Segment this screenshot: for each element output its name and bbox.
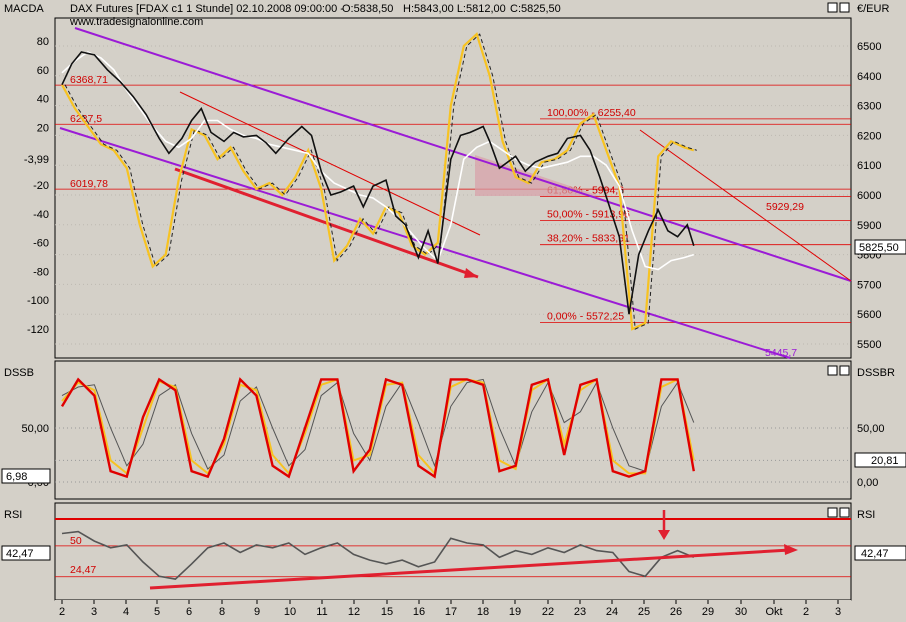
dssbr-axis-tick-label: 0,00 xyxy=(857,477,878,489)
panel-minimize-button xyxy=(827,365,838,376)
panel-close-button xyxy=(839,2,850,13)
rsi-level-label: 50 xyxy=(70,535,82,547)
x-axis-tick-label: 9 xyxy=(254,606,260,618)
macda-axis-tick-label: -100 xyxy=(27,295,49,307)
panel-close-button xyxy=(839,507,850,518)
macda-axis-tick-label: -20 xyxy=(33,180,49,192)
x-axis-tick-label: 2 xyxy=(803,606,809,618)
fibonacci-label: 38,20% - 5833,31 xyxy=(547,233,630,245)
macda-axis-tick-label: 40 xyxy=(37,94,49,106)
fibonacci-label: 0,00% - 5572,25 xyxy=(547,310,624,322)
dssbr-axis-tick-label: 50,00 xyxy=(857,423,885,435)
rsi-level-label: 24,47 xyxy=(70,564,96,576)
price-axis-tick-label: 5600 xyxy=(857,309,881,321)
x-axis-tick-label: 18 xyxy=(477,606,489,618)
x-axis-tick-label: 10 xyxy=(284,606,296,618)
x-axis-tick-label: 17 xyxy=(445,606,457,618)
currency-label: €/EUR xyxy=(857,3,889,15)
level-label: 6368,71 xyxy=(70,74,108,86)
price-axis-tick-label: 6000 xyxy=(857,190,881,202)
panel-close-button xyxy=(839,365,850,376)
price-axis-tick-label: 6400 xyxy=(857,71,881,83)
x-axis-tick-label: 26 xyxy=(670,606,682,618)
x-axis-tick-label: 29 xyxy=(702,606,714,618)
dssb-current-value: 6,98 xyxy=(6,471,27,483)
macda-axis-tick-label: -40 xyxy=(33,209,49,221)
level-label: 6019,78 xyxy=(70,178,108,190)
macda-axis-tick-label: -60 xyxy=(33,238,49,250)
panel-minimize-button xyxy=(827,2,838,13)
x-axis-tick-label: 30 xyxy=(735,606,747,618)
rsi-current-value-right: 42,47 xyxy=(861,548,889,560)
x-axis-tick-label: 22 xyxy=(542,606,554,618)
annotation-label: 5929,29 xyxy=(766,201,804,213)
x-axis-tick-label: 2 xyxy=(59,606,65,618)
dssb-panel xyxy=(54,360,852,500)
indicator-label-macda: MACDA xyxy=(4,3,44,15)
price-axis-tick-label: 6500 xyxy=(857,41,881,53)
x-axis-tick-label: 12 xyxy=(348,606,360,618)
price-current-value: 5825,50 xyxy=(859,242,899,254)
price-axis-tick-label: 6300 xyxy=(857,101,881,113)
dssbr-current-value: 20,81 xyxy=(871,455,899,467)
dssb-axis-tick-label: 50,00 xyxy=(21,423,49,435)
x-axis-tick-label: 15 xyxy=(381,606,393,618)
x-axis-tick-label: 16 xyxy=(413,606,425,618)
price-axis-tick-label: 6200 xyxy=(857,130,881,142)
x-axis-tick-label: 3 xyxy=(835,606,841,618)
price-axis-tick-label: 5700 xyxy=(857,279,881,291)
x-axis-tick-label: 25 xyxy=(638,606,650,618)
x-axis-tick-label: 6 xyxy=(186,606,192,618)
annotation-label: 5445,7 xyxy=(765,347,797,359)
fibonacci-label: 50,00% - 5913,96 xyxy=(547,209,630,221)
price-axis-tick-label: 5500 xyxy=(857,339,881,351)
window-title: DAX Futures [FDAX c1 1 Stunde] 02.10.200… xyxy=(70,3,344,15)
macda-axis-tick-label: 60 xyxy=(37,65,49,77)
close-value: C:5825,50 xyxy=(510,3,561,15)
macda-axis-tick-label: -80 xyxy=(33,266,49,278)
price-axis-tick-label: 5900 xyxy=(857,220,881,232)
dssb-label: DSSB xyxy=(4,367,34,379)
price-panel xyxy=(54,17,852,359)
x-axis-tick-label: 5 xyxy=(154,606,160,618)
macda-axis-tick-label: 20 xyxy=(37,122,49,134)
x-axis-tick-label: 8 xyxy=(219,606,225,618)
x-axis-tick-label: 19 xyxy=(509,606,521,618)
price-axis-tick-label: 6100 xyxy=(857,160,881,172)
hl-values: H:5843,00 L:5812,00 xyxy=(403,3,506,15)
x-axis-tick-label: Okt xyxy=(765,606,782,618)
chart-canvas: MACDA DAX Futures [FDAX c1 1 Stunde] 02.… xyxy=(1,2,906,622)
open-value: O:5838,50 xyxy=(342,3,393,15)
x-axis-tick-label: 23 xyxy=(574,606,586,618)
rsi-label-right: RSI xyxy=(857,509,875,521)
panel-minimize-button xyxy=(827,507,838,518)
macda-current-value: -3,99 xyxy=(24,154,49,166)
rsi-current-value: 42,47 xyxy=(6,548,34,560)
rsi-label: RSI xyxy=(4,509,22,521)
x-axis-tick-label: 24 xyxy=(606,606,618,618)
x-axis-tick-label: 3 xyxy=(91,606,97,618)
x-axis-tick-label: 11 xyxy=(316,606,327,618)
x-axis-tick-label: 4 xyxy=(123,606,129,618)
dssbr-label: DSSBR xyxy=(857,367,895,379)
macda-axis-tick-label: -120 xyxy=(27,324,49,336)
source-text: www.tradesignalonline.com xyxy=(69,16,203,28)
chart-window: MACDA DAX Futures [FDAX c1 1 Stunde] 02.… xyxy=(0,0,906,622)
macda-axis-tick-label: 80 xyxy=(37,36,49,48)
